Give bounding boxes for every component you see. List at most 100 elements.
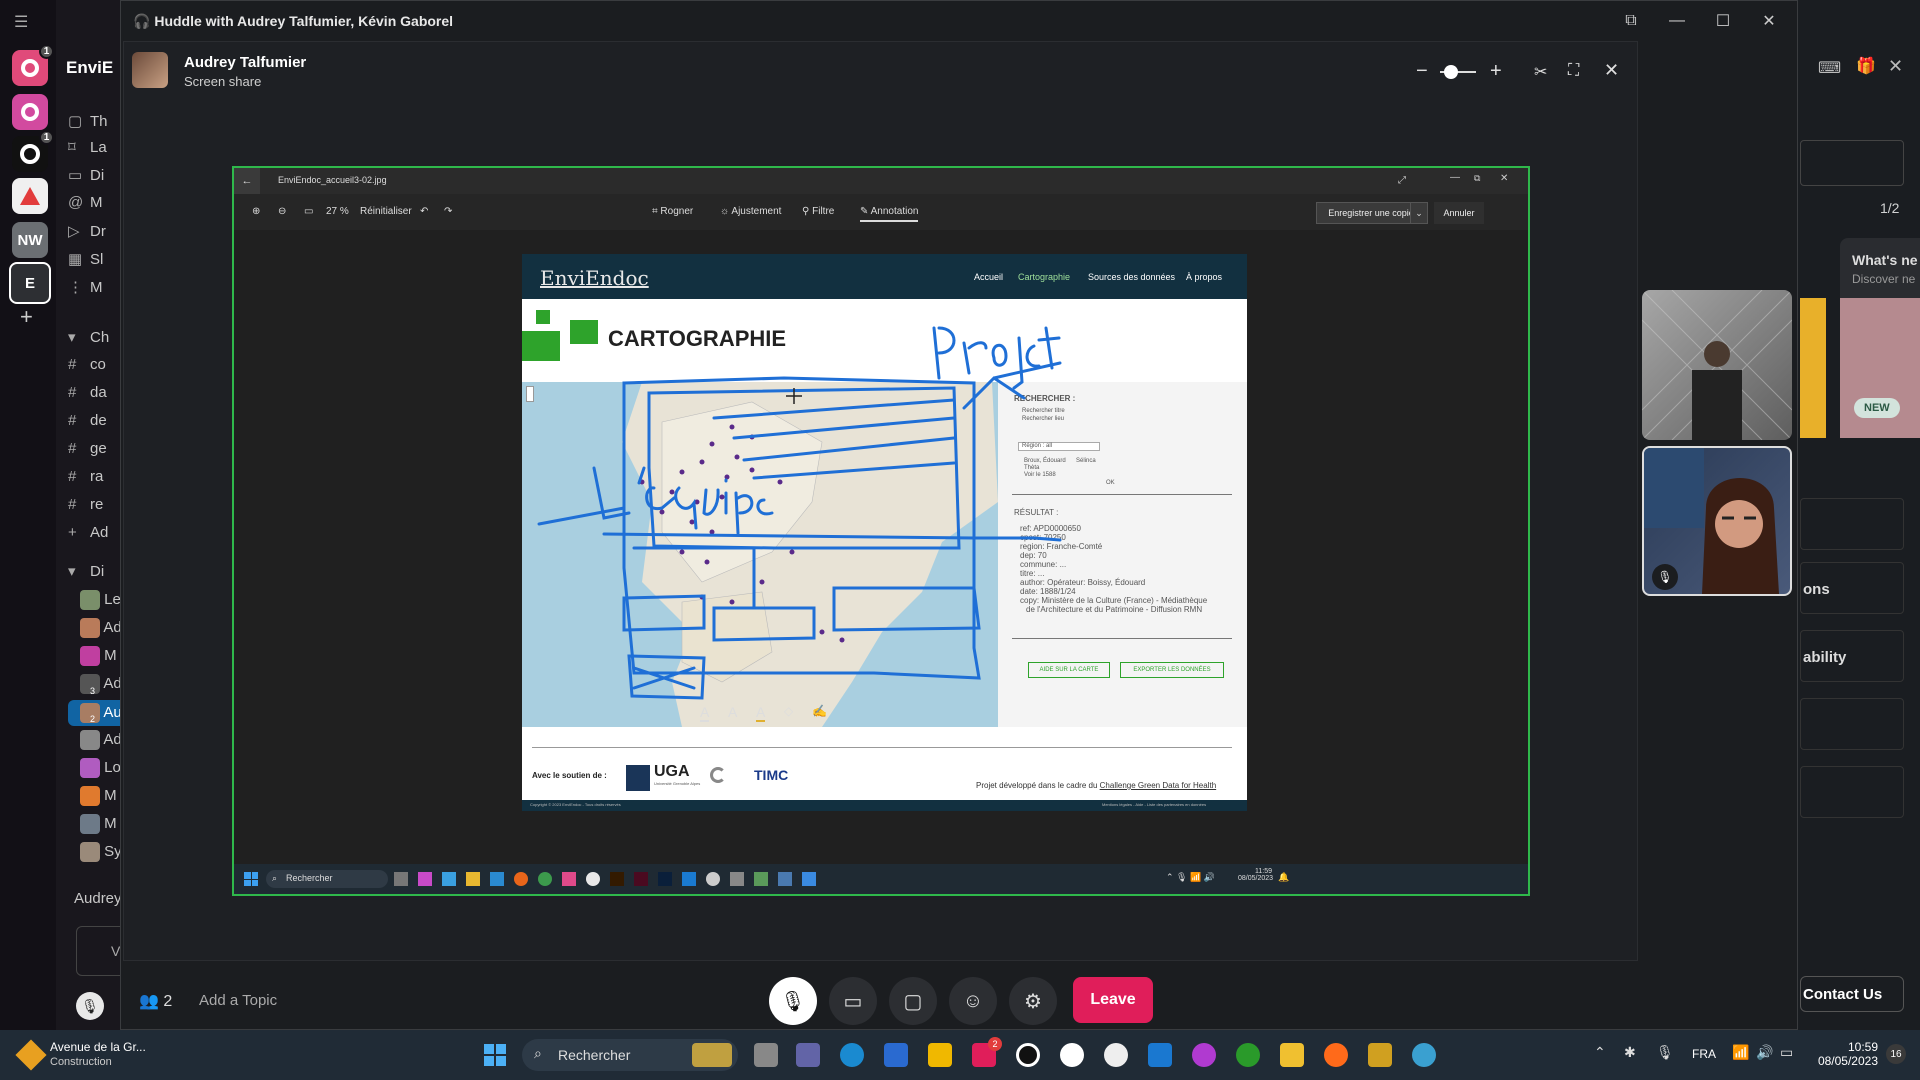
dm-item[interactable]: Le <box>80 590 121 610</box>
app-icon[interactable] <box>730 872 744 886</box>
folder-icon[interactable] <box>1280 1043 1304 1067</box>
topic-input[interactable]: Add a Topic <box>199 992 277 1009</box>
pointer-off-icon[interactable]: ✂ <box>1534 62 1547 82</box>
maximize-icon[interactable]: ☐ <box>1709 9 1737 33</box>
chrome-icon[interactable] <box>538 872 552 886</box>
slack-icon[interactable]: 2 <box>972 1037 1002 1067</box>
panel-row[interactable] <box>1800 498 1904 550</box>
dm-item-active[interactable]: Au 2 <box>68 700 128 726</box>
dm-item[interactable]: Ad <box>80 618 122 638</box>
highlighter-icon[interactable]: A <box>756 704 766 722</box>
windows-icon[interactable] <box>244 872 258 886</box>
panel-row[interactable] <box>1800 698 1904 750</box>
dm-item[interactable]: Ad <box>80 730 122 750</box>
wifi-icon[interactable]: 📶 <box>1732 1044 1749 1061</box>
menu-icon[interactable]: ☰ <box>14 12 28 32</box>
app-icon[interactable] <box>394 872 408 886</box>
dm-item[interactable]: Sy <box>80 842 122 862</box>
gift-icon[interactable]: 🎁 <box>1856 56 1876 76</box>
eraser-icon[interactable]: ◇ <box>784 704 793 718</box>
mic-button[interactable]: 🎙 <box>769 977 817 1025</box>
leave-button[interactable]: Leave <box>1073 977 1153 1023</box>
expand-icon[interactable]: ⤢ <box>1398 175 1406 186</box>
start-button[interactable] <box>484 1044 506 1066</box>
sidebar-item-mentions[interactable]: @ M <box>68 194 103 211</box>
illustrator-icon[interactable] <box>610 872 624 886</box>
language-indicator[interactable]: FRA <box>1692 1047 1716 1061</box>
taskbar-search[interactable]: ⌕ Rechercher <box>522 1039 738 1071</box>
workspace-2[interactable] <box>12 94 48 130</box>
dm-item[interactable]: M <box>80 814 117 834</box>
edge-icon[interactable] <box>840 1043 864 1067</box>
app-icon[interactable] <box>1412 1043 1436 1067</box>
popout-icon[interactable]: ⧉ <box>1617 9 1645 33</box>
app-icon[interactable] <box>754 872 768 886</box>
reactions-button[interactable]: ☺ <box>949 977 997 1025</box>
dms-header[interactable]: ▾ Di <box>68 562 104 580</box>
restore-icon[interactable]: ⧉ <box>1474 173 1480 184</box>
app-icon[interactable] <box>442 872 456 886</box>
vscode-icon[interactable] <box>682 872 696 886</box>
tray-chevron-icon[interactable]: ⌃ <box>1594 1044 1606 1061</box>
share-screen-button[interactable]: ▢ <box>889 977 937 1025</box>
channel-item[interactable]: # re <box>68 496 103 513</box>
workspace-3[interactable]: 1 <box>12 130 54 172</box>
zoom-out-icon[interactable]: ⊖ <box>278 206 286 217</box>
app-icon[interactable] <box>418 872 432 886</box>
notification-icon[interactable]: 🔔 <box>1278 872 1289 883</box>
tool-crop[interactable]: ⌗ Rogner <box>652 206 693 217</box>
indesign-icon[interactable] <box>634 872 648 886</box>
channel-item[interactable]: # ra <box>68 468 103 485</box>
app-icon[interactable] <box>586 872 600 886</box>
app-icon[interactable] <box>706 872 720 886</box>
battery-icon[interactable]: ▭ <box>1780 1044 1793 1061</box>
app-icon[interactable] <box>778 872 792 886</box>
workspace-name[interactable]: EnviE <box>66 58 113 78</box>
task-view-icon[interactable] <box>754 1043 778 1067</box>
workspace-e-active[interactable]: E <box>9 262 51 304</box>
teams-icon[interactable] <box>796 1043 820 1067</box>
panel-row[interactable] <box>1800 766 1904 818</box>
channels-header[interactable]: ▾ Ch <box>68 328 109 346</box>
sidebar-item-more[interactable]: ⋮ M <box>68 278 103 296</box>
pen-tool-icon[interactable]: A <box>700 704 710 722</box>
zoom-out-icon[interactable]: − <box>1416 60 1428 83</box>
dm-item[interactable]: Lo <box>80 758 121 778</box>
close-share-icon[interactable]: ✕ <box>1604 60 1619 81</box>
workspace-1[interactable]: 1 <box>12 44 54 86</box>
folder-icon[interactable] <box>466 872 480 886</box>
contact-us-button[interactable]: Contact Us <box>1800 976 1904 1012</box>
photoshop-icon[interactable] <box>658 872 672 886</box>
minimize-icon[interactable]: — <box>1450 172 1460 183</box>
pen-tool-icon[interactable]: A <box>728 704 737 720</box>
undo-icon[interactable]: ↶ <box>420 206 428 217</box>
participant-tile-self[interactable]: 🎙 <box>1642 446 1792 596</box>
fit-screen-icon[interactable]: ⛶ <box>1568 62 1579 80</box>
dm-item[interactable]: Ad 3 <box>80 674 122 696</box>
tool-filter[interactable]: ⚲ Filtre <box>802 206 834 217</box>
reset-button[interactable]: Réinitialiser <box>360 206 412 217</box>
close-icon[interactable]: ✕ <box>1755 9 1783 33</box>
workspace-nw[interactable]: NW <box>12 222 48 258</box>
tool-adjust[interactable]: ☼ Ajustement <box>720 206 781 217</box>
add-channel[interactable]: + Ad <box>68 524 108 541</box>
zoom-slider[interactable] <box>1440 65 1476 79</box>
tool-annotation[interactable]: ✎ Annotation <box>860 206 919 222</box>
xbox-icon[interactable] <box>1236 1043 1260 1067</box>
panel-row-ability[interactable]: ability <box>1800 630 1904 682</box>
slack-tray-icon[interactable]: ✱ <box>1624 1044 1636 1061</box>
mail-icon[interactable] <box>1148 1043 1172 1067</box>
firefox-icon[interactable] <box>1324 1043 1348 1067</box>
zoom-in-icon[interactable]: ⊕ <box>252 206 260 217</box>
app-icon[interactable] <box>490 872 504 886</box>
photos-icon[interactable] <box>802 872 816 886</box>
sidebar-item-threads[interactable]: ▢ Th <box>68 112 108 130</box>
minimize-icon[interactable]: — <box>1663 9 1691 33</box>
inner-search[interactable]: Rechercher <box>266 870 388 888</box>
workspace-4[interactable] <box>12 178 48 214</box>
keyboard-icon[interactable]: ⌨ <box>1818 58 1841 78</box>
save-dropdown-icon[interactable]: ⌄ <box>1410 202 1428 224</box>
mic-icon[interactable]: 🎙 <box>76 992 104 1020</box>
close-icon[interactable]: ✕ <box>1888 56 1903 77</box>
notification-badge[interactable]: 16 <box>1886 1044 1906 1064</box>
